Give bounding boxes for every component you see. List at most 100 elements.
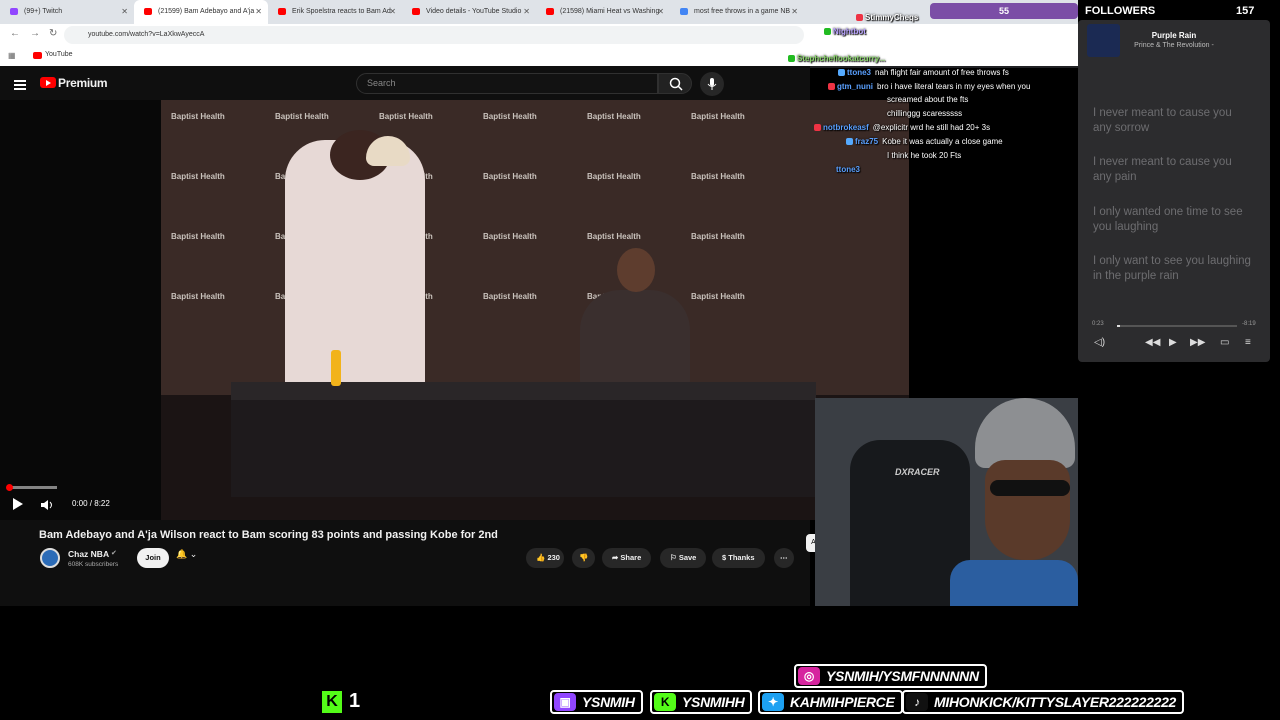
social-kick: K YSNMIHH xyxy=(650,690,753,714)
like-count: 230 xyxy=(547,553,560,562)
bookmark-youtube[interactable]: YouTube xyxy=(45,51,73,58)
chat-user: notbrokeasf xyxy=(823,123,869,132)
kick-icon: K xyxy=(654,693,676,711)
backdrop-text: Baptist Health xyxy=(483,112,537,121)
music-time-elapsed: 0:23 xyxy=(1092,321,1104,327)
backdrop-text: Baptist Health xyxy=(587,232,641,241)
tab-label: (99+) Twitch xyxy=(24,8,63,15)
reload-icon[interactable]: ↻ xyxy=(49,28,57,39)
music-progress-bar[interactable] xyxy=(1117,325,1237,327)
close-icon[interactable]: ✕ xyxy=(121,0,128,24)
close-icon[interactable]: ✕ xyxy=(389,0,396,24)
close-icon[interactable]: ✕ xyxy=(657,0,664,24)
search-button[interactable] xyxy=(658,73,692,94)
chat-user: ttone3 xyxy=(836,165,860,174)
join-button[interactable]: Join xyxy=(137,548,169,568)
streamer-glasses xyxy=(990,480,1070,496)
backdrop-text: Baptist Health xyxy=(691,292,745,301)
song-title: Purple Rain xyxy=(1151,31,1197,40)
volume-icon[interactable] xyxy=(40,498,54,510)
close-icon[interactable]: ✕ xyxy=(523,0,530,24)
social-twitter: ✦ KAHMIHPIERCE xyxy=(758,690,903,714)
music-progress-fill xyxy=(1117,325,1120,327)
social-tiktok: ♪ MIHONKICK/KITTYSLAYER222222222 xyxy=(902,690,1185,714)
backdrop-text: Baptist Health xyxy=(379,112,433,121)
backdrop-text: Baptist Health xyxy=(483,292,537,301)
share-button[interactable]: ➦ Share xyxy=(602,548,652,568)
lyrics-icon[interactable]: ▭ xyxy=(1220,337,1229,348)
save-button[interactable]: ⚐ Save xyxy=(660,548,707,568)
url-field[interactable]: youtube.com/watch?v=LaXkwAyeccA xyxy=(64,26,804,44)
tab-youtube-2[interactable]: Erik Spoelstra reacts to Bam Ad ✕ xyxy=(268,0,402,24)
queue-icon[interactable]: ≡ xyxy=(1245,337,1251,348)
music-widget xyxy=(1078,20,1270,362)
music-time-remaining: -8:19 xyxy=(1242,321,1256,327)
forward-icon[interactable]: → xyxy=(30,28,40,39)
dislike-button[interactable]: 👎 xyxy=(572,548,596,568)
social-handle: KAHMIHPIERCE xyxy=(790,694,895,710)
back-icon[interactable]: ← xyxy=(10,28,20,39)
chat-user: StimmyCheqs xyxy=(865,13,919,22)
apps-grid-icon[interactable]: ▦ xyxy=(8,51,16,60)
progress-bar[interactable] xyxy=(9,486,57,489)
social-handle: YSNMIH/YSMFNNNNNN xyxy=(826,668,979,684)
chat-user: Stephcheflookatcurry... xyxy=(797,54,886,63)
close-icon[interactable]: ✕ xyxy=(255,0,262,24)
verified-icon: ✔ xyxy=(111,550,117,557)
social-twitch: ▣ YSNMIH xyxy=(550,690,643,714)
tab-google[interactable]: most free throws in a game NB ✕ xyxy=(670,0,804,24)
chat-text: Kobe it was actually a close game xyxy=(882,137,1003,146)
tab-youtube-studio[interactable]: Video details - YouTube Studio ✕ xyxy=(402,0,536,24)
song-artist: Prince & The Revolution - xyxy=(1134,42,1214,49)
play-icon[interactable]: ▶ xyxy=(1169,337,1177,348)
tab-twitch[interactable]: (99+) Twitch ✕ xyxy=(0,0,134,24)
chat-text: screamed about the fts xyxy=(887,95,969,104)
search-icon xyxy=(669,77,683,91)
tab-youtube-3[interactable]: (21598) Miami Heat vs Washing ✕ xyxy=(536,0,670,24)
tab-youtube-active[interactable]: (21599) Bam Adebayo and A'ja ✕ xyxy=(134,0,268,24)
search-input[interactable]: Search xyxy=(356,73,658,94)
save-label: Save xyxy=(678,553,697,562)
backdrop-text: Baptist Health xyxy=(171,172,225,181)
player-head-2 xyxy=(617,248,655,292)
youtube-icon xyxy=(144,8,152,15)
video-title: Bam Adebayo and A'ja Wilson react to Bam… xyxy=(39,529,498,541)
chat-user: ttone3 xyxy=(847,68,871,77)
bookmark-icon: ⚐ xyxy=(670,553,677,562)
voice-search-button[interactable] xyxy=(700,72,724,96)
more-button[interactable]: ⋯ xyxy=(774,548,794,568)
youtube-logo-text[interactable]: Premium xyxy=(58,76,108,90)
chat-text: I think he took 20 Fts xyxy=(887,151,962,160)
like-button[interactable]: 👍 230 xyxy=(526,548,564,568)
chat-text: chillinggg scaresssss xyxy=(887,109,963,118)
airplay-icon[interactable]: ◁) xyxy=(1094,337,1105,348)
twitch-icon: ▣ xyxy=(554,693,576,711)
more-icon: ⋯ xyxy=(780,553,788,562)
progress-scrubber[interactable] xyxy=(6,484,13,491)
bell-icon: 🔔 xyxy=(176,549,188,559)
youtube-logo-icon[interactable] xyxy=(40,77,56,88)
tiktok-icon: ♪ xyxy=(906,693,928,711)
youtube-icon xyxy=(278,8,286,15)
chat-text: @explicitr wrd he still had 20+ 3s xyxy=(872,123,991,132)
tab-label: Video details - YouTube Studio xyxy=(426,8,522,15)
backdrop-text: Baptist Health xyxy=(691,112,745,121)
channel-avatar[interactable] xyxy=(40,548,60,568)
press-table xyxy=(231,382,816,497)
streamer-face xyxy=(985,460,1070,560)
chevron-down-icon: ⌄ xyxy=(189,549,198,559)
social-handle: MIHONKICK/KITTYSLAYER222222222 xyxy=(934,694,1177,710)
tab-label: (21599) Bam Adebayo and A'ja xyxy=(158,8,255,15)
backdrop-text: Baptist Health xyxy=(691,232,745,241)
fast-forward-icon[interactable]: ▶▶ xyxy=(1190,337,1205,348)
menu-icon[interactable] xyxy=(14,78,26,92)
notification-bell-button[interactable]: 🔔 ⌄ xyxy=(176,549,197,560)
thanks-button[interactable]: $ Thanks xyxy=(712,548,765,568)
backdrop-text: Baptist Health xyxy=(171,112,225,121)
rewind-icon[interactable]: ◀◀ xyxy=(1145,337,1160,348)
backdrop-text: Baptist Health xyxy=(483,232,537,241)
share-label: Share xyxy=(620,553,642,562)
chat-user: Nightbot xyxy=(833,27,866,36)
channel-name[interactable]: Chaz NBA xyxy=(68,549,109,559)
play-icon[interactable] xyxy=(13,498,23,510)
